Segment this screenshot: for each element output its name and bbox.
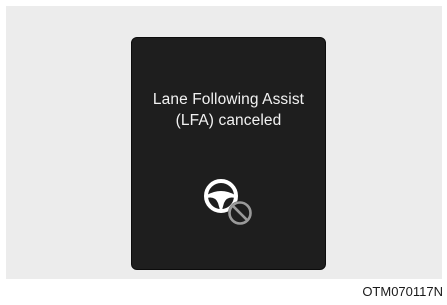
figure-code-label: OTM070117N — [362, 284, 443, 299]
steering-wheel-cancel-icon — [194, 174, 264, 234]
cancel-icon — [228, 201, 252, 225]
message-line-2: (LFA) canceled — [175, 112, 282, 129]
lfa-canceled-message: Lane Following Assist (LFA) canceled — [132, 89, 325, 131]
cluster-display-panel: Lane Following Assist (LFA) canceled — [131, 37, 326, 270]
message-line-1: Lane Following Assist — [152, 91, 305, 108]
